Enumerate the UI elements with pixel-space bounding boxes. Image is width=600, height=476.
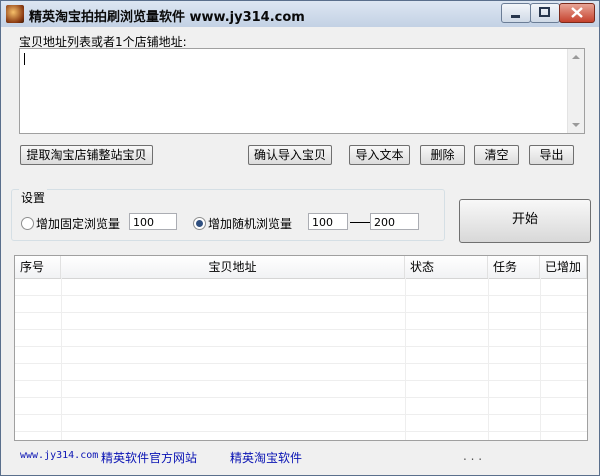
settings-label: 设置 bbox=[19, 189, 48, 206]
table-row bbox=[15, 296, 587, 313]
window-title: 精英淘宝拍拍刷浏览量软件 www.jy314.com bbox=[29, 10, 305, 25]
delete-button[interactable]: 删除 bbox=[420, 145, 465, 165]
maximize-icon bbox=[539, 7, 550, 17]
table-row bbox=[15, 330, 587, 347]
table-row bbox=[15, 347, 587, 364]
main-window: 精英淘宝拍拍刷浏览量软件 www.jy314.com 宝贝地址列表或者1个店铺地… bbox=[0, 0, 600, 476]
column-divider bbox=[488, 278, 489, 440]
table-header: 序号 宝贝地址 状态 任务 已增加 bbox=[15, 256, 587, 279]
column-header-status[interactable]: 状态 bbox=[405, 256, 488, 278]
column-header-index[interactable]: 序号 bbox=[15, 256, 61, 278]
table-row bbox=[15, 415, 587, 432]
fetch-store-items-button[interactable]: 提取淘宝店铺整站宝贝 bbox=[20, 145, 153, 165]
table-row bbox=[15, 364, 587, 381]
import-text-button[interactable]: 导入文本 bbox=[349, 145, 410, 165]
random-views-radio[interactable] bbox=[193, 217, 206, 230]
fixed-views-radio[interactable] bbox=[21, 217, 34, 230]
official-site-link[interactable]: 精英软件官方网站 bbox=[101, 449, 197, 466]
fixed-views-input[interactable]: 100 bbox=[129, 213, 177, 230]
scroll-down-arrow-icon[interactable] bbox=[572, 123, 580, 127]
title-bar: 精英淘宝拍拍刷浏览量软件 www.jy314.com bbox=[1, 1, 599, 27]
range-separator bbox=[350, 222, 370, 223]
minimize-button[interactable] bbox=[501, 3, 531, 23]
export-button[interactable]: 导出 bbox=[529, 145, 574, 165]
table-row bbox=[15, 279, 587, 296]
table-row bbox=[15, 313, 587, 330]
status-indicator: . . . bbox=[463, 449, 483, 463]
table-row bbox=[15, 398, 587, 415]
url-list-textarea[interactable] bbox=[19, 48, 585, 134]
maximize-button[interactable] bbox=[530, 3, 560, 23]
column-divider bbox=[405, 278, 406, 440]
start-button[interactable]: 开始 bbox=[459, 199, 591, 243]
random-max-input[interactable]: 200 bbox=[370, 213, 419, 230]
client-area: 宝贝地址列表或者1个店铺地址: 提取淘宝店铺整站宝贝 确认导入宝贝 导入文本 删… bbox=[7, 31, 593, 471]
table-row bbox=[15, 381, 587, 398]
column-header-task[interactable]: 任务 bbox=[488, 256, 540, 278]
scroll-up-arrow-icon[interactable] bbox=[572, 55, 580, 59]
column-divider bbox=[540, 278, 541, 440]
column-divider bbox=[61, 278, 62, 440]
column-header-url[interactable]: 宝贝地址 bbox=[61, 256, 405, 278]
items-table[interactable]: 序号 宝贝地址 状态 任务 已增加 bbox=[14, 255, 588, 441]
close-icon bbox=[571, 7, 583, 18]
text-caret bbox=[24, 53, 25, 65]
clear-button[interactable]: 清空 bbox=[474, 145, 519, 165]
confirm-import-button[interactable]: 确认导入宝贝 bbox=[248, 145, 332, 165]
app-icon bbox=[6, 5, 24, 23]
column-header-added[interactable]: 已增加 bbox=[540, 256, 587, 278]
fixed-views-label[interactable]: 增加固定浏览量 bbox=[36, 215, 120, 232]
minimize-icon bbox=[511, 15, 520, 18]
taobao-software-link[interactable]: 精英淘宝软件 bbox=[230, 449, 302, 466]
textarea-scrollbar[interactable] bbox=[567, 49, 584, 133]
random-views-label[interactable]: 增加随机浏览量 bbox=[208, 215, 292, 232]
footer-url-link[interactable]: www.jy314.com bbox=[20, 450, 98, 461]
random-min-input[interactable]: 100 bbox=[308, 213, 348, 230]
close-button[interactable] bbox=[559, 3, 595, 23]
